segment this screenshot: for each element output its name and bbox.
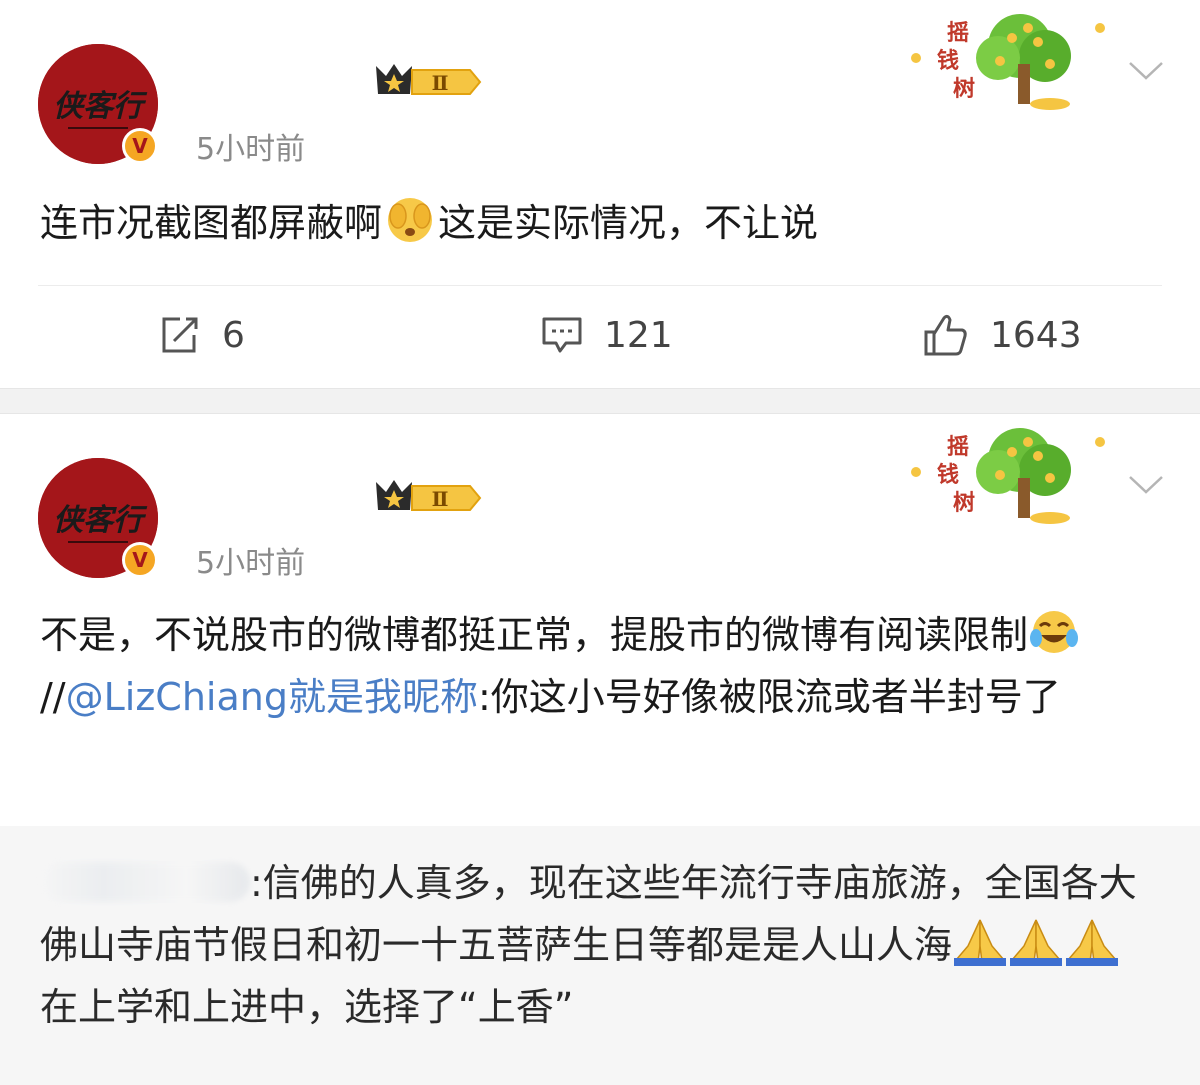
verified-badge: V	[122, 542, 158, 578]
post-content: 不是，不说股市的微博都挺正常，提股市的微博有阅读限制 //@LizChiang就…	[40, 604, 1150, 728]
crying-laughing-emoji-icon	[1030, 611, 1079, 653]
thumbs-up-icon	[924, 314, 967, 356]
comment-button[interactable]: 121	[540, 306, 673, 364]
post-content: 连市况截图都屏蔽啊 这是实际情况，不让说	[40, 192, 1150, 254]
tree-label-char-3: 树	[953, 490, 975, 516]
verified-badge: V	[122, 128, 158, 164]
avatar[interactable]: 侠客行 V	[38, 458, 158, 578]
crown-level-badge-icon[interactable]: Ⅱ	[372, 60, 482, 100]
like-count: 1643	[990, 314, 1082, 356]
retweet-content: :信佛的人真多，现在这些年流行寺庙旅游，全国各大佛山寺庙节假日和初一十五菩萨生日…	[40, 852, 1140, 1038]
weibo-post: 侠客行 V Ⅱ 5小时前 摇 钱 树 不是，不说股市的微博都挺正常，提股市的微博…	[0, 414, 1200, 826]
folded-hands-emoji-icon	[954, 919, 1119, 966]
badge-level-text: Ⅱ	[432, 487, 449, 511]
quoted-text: :你这小号好像被限流或者半封号了	[477, 675, 1061, 719]
avatar[interactable]: 侠客行 V	[38, 44, 158, 164]
tree-label-char-3: 树	[953, 76, 975, 102]
tree-label-char-1: 摇	[947, 20, 969, 46]
chevron-down-icon[interactable]	[1128, 60, 1164, 82]
crown-level-badge-icon[interactable]: Ⅱ	[372, 476, 482, 516]
post-separator	[0, 388, 1200, 414]
money-tree-icon[interactable]: 摇 钱 树	[900, 420, 1120, 530]
tree-label-char-1: 摇	[947, 434, 969, 460]
comment-icon	[542, 317, 582, 353]
post-time: 5小时前	[196, 132, 306, 167]
post-text: 连市况截图都屏蔽啊	[40, 201, 383, 245]
money-tree-icon[interactable]: 摇 钱 树	[900, 6, 1120, 116]
blurred-username[interactable]	[40, 862, 250, 902]
repost-icon	[162, 317, 198, 353]
shock-face-emoji-icon	[388, 198, 433, 242]
repost-separator: //	[40, 675, 66, 719]
retweet-box[interactable]: :信佛的人真多，现在这些年流行寺庙旅游，全国各大佛山寺庙节假日和初一十五菩萨生日…	[0, 826, 1200, 1085]
post-time: 5小时前	[196, 546, 306, 581]
weibo-post: 侠客行 V Ⅱ 5小时前 摇 钱 树 连市况截图都屏蔽啊 这是实际情况，不让说	[0, 0, 1200, 388]
post-text-continued: 这是实际情况，不让说	[438, 201, 819, 245]
svg-text:侠客行: 侠客行	[53, 89, 148, 124]
badge-level-text: Ⅱ	[432, 71, 449, 95]
like-button[interactable]: 1643	[922, 306, 1082, 364]
chevron-down-icon[interactable]	[1128, 474, 1164, 496]
repost-button[interactable]: 6	[158, 306, 245, 364]
tree-label-char-2: 钱	[937, 48, 959, 74]
user-mention-link[interactable]: @LizChiang就是我昵称	[66, 675, 478, 719]
comment-count: 121	[604, 314, 673, 356]
divider	[38, 285, 1162, 286]
retweet-text-continued: 在上学和上进中，选择了“上香”	[40, 985, 574, 1029]
repost-count: 6	[222, 314, 245, 356]
svg-text:侠客行: 侠客行	[53, 503, 148, 538]
post-text: 不是，不说股市的微博都挺正常，提股市的微博有阅读限制	[40, 613, 1029, 657]
tree-label-char-2: 钱	[937, 462, 959, 488]
